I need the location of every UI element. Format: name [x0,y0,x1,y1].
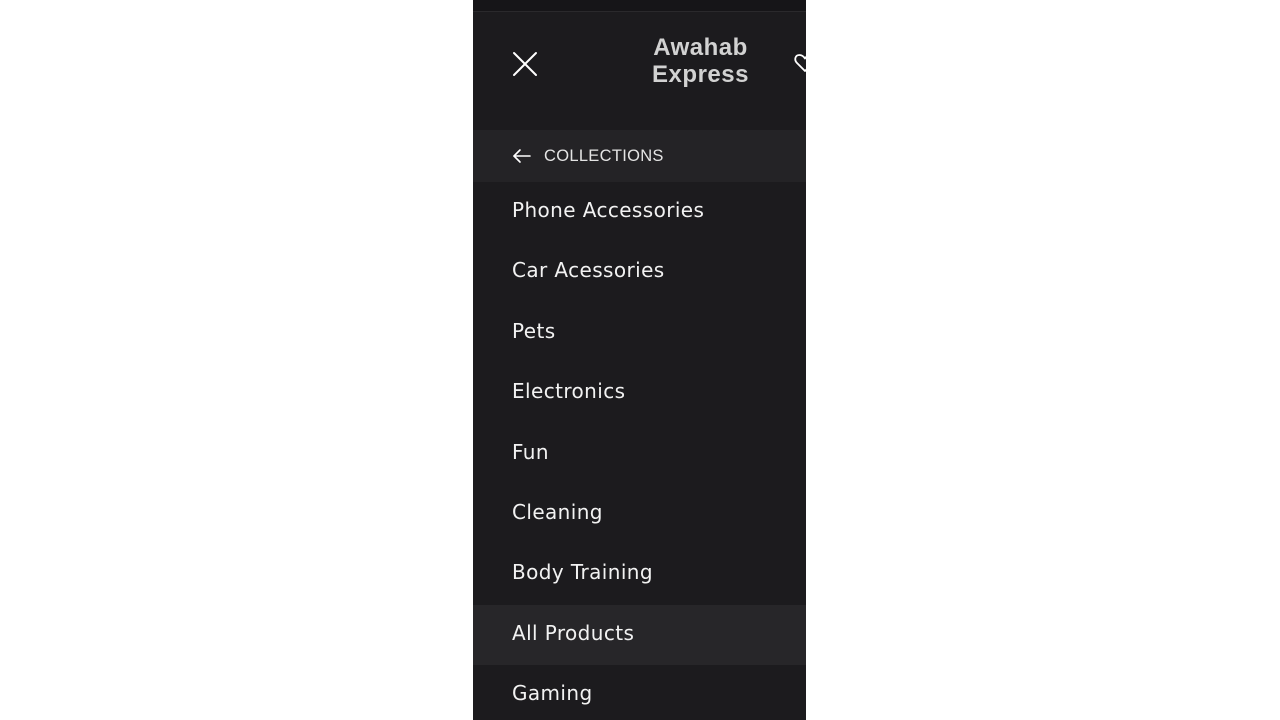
menu-item-label: Electronics [512,379,626,404]
menu-item-label: Body Training [512,560,653,585]
brand-logo[interactable]: Awahab Express [633,34,768,88]
menu-item-label: Gaming [512,681,593,706]
menu-item-fun[interactable]: Fun [473,424,806,484]
menu-item-label: All Products [512,620,635,645]
menu-item-label: Cleaning [512,499,603,524]
arrow-left-icon [513,149,531,163]
collections-label: COLLECTIONS [544,147,664,165]
menu-item-body-training[interactable]: Body Training [473,544,806,604]
collections-menu: Phone Accessories Car Acessories Pets El… [473,182,806,720]
mobile-menu-drawer: Awahab Express COLLECTIONS Phone Accesso… [473,0,806,720]
heart-icon [794,54,806,72]
menu-item-electronics[interactable]: Electronics [473,363,806,423]
menu-item-all-products[interactable]: All Products [473,604,806,666]
menu-item-label: Phone Accessories [512,198,705,222]
menu-item-car-accessories[interactable]: Car Acessories [473,242,806,302]
brand-line-1: Awahab [653,34,748,61]
menu-item-label: Fun [512,439,549,464]
menu-item-gaming[interactable]: Gaming [473,665,806,720]
collections-back-button[interactable]: COLLECTIONS [473,130,806,182]
close-menu-button[interactable] [509,48,541,80]
top-strip [473,0,806,12]
brand-line-2: Express [652,61,749,88]
close-icon [513,52,537,76]
menu-item-label: Pets [512,318,556,343]
menu-header: Awahab Express [473,12,806,130]
menu-item-label: Car Acessories [512,258,665,283]
menu-item-cleaning[interactable]: Cleaning [473,484,806,544]
wishlist-button[interactable] [793,50,806,74]
menu-item-pets[interactable]: Pets [473,303,806,363]
menu-item-phone-accessories[interactable]: Phone Accessories [473,182,806,242]
